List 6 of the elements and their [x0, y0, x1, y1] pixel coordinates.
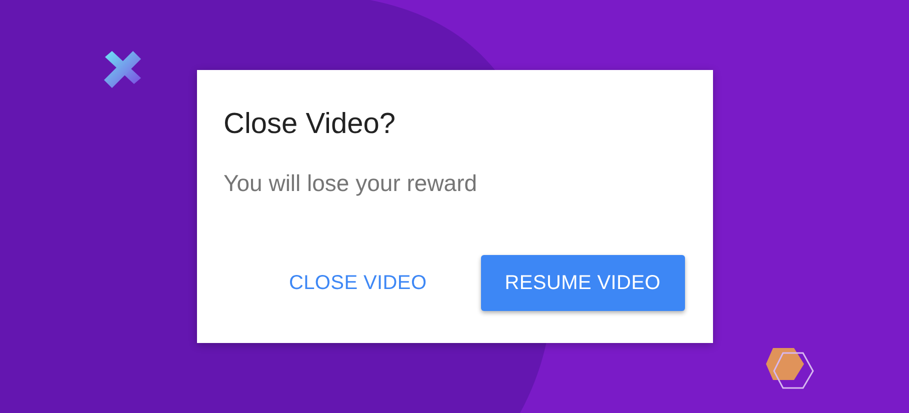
logo-icon [104, 51, 141, 88]
close-button[interactable]: CLOSE VIDEO [274, 255, 441, 311]
dialog-title: Close Video? [224, 108, 396, 141]
hexagon-icon [766, 348, 814, 389]
dialog-message: You will lose your reward [224, 170, 478, 197]
resume-button[interactable]: RESUME VIDEO [480, 255, 684, 311]
